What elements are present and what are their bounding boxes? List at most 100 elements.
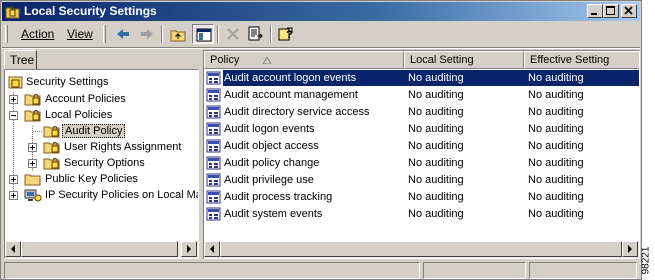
menu-view[interactable]: View — [67, 27, 93, 41]
lock-folder-icon — [43, 158, 60, 170]
app-icon — [5, 4, 20, 19]
column-header-local-setting[interactable]: Local Setting — [404, 51, 524, 69]
policy-name-cell: Audit policy change — [224, 157, 320, 169]
show-hide-tree-icon — [196, 28, 212, 42]
table-row[interactable]: Audit object access No auditing No auditin… — [204, 138, 639, 155]
expand-toggle[interactable] — [9, 175, 18, 184]
menu-toolbar: Action View ? — [2, 22, 640, 46]
back-button[interactable] — [112, 24, 134, 44]
lock-folder-icon — [24, 110, 41, 122]
column-header-policy[interactable]: Policy — [204, 51, 404, 69]
forward-button[interactable] — [136, 24, 158, 44]
effective-setting-cell: No auditing — [528, 157, 584, 169]
help-button[interactable]: ? — [275, 24, 297, 44]
table-row[interactable]: Audit account management No auditing No au… — [204, 87, 639, 104]
table-row[interactable]: Audit system events No auditing No auditin… — [204, 206, 639, 223]
table-row[interactable]: Audit directory service access No auditin… — [204, 104, 639, 121]
scroll-right-button[interactable] — [181, 241, 197, 257]
folder-icon — [24, 174, 41, 186]
status-bar — [2, 260, 640, 280]
tree-node-public-key-policies[interactable]: Public Key Policies — [5, 171, 195, 187]
policy-list-pane[interactable]: Policy Local Setting Effective Setting A… — [203, 50, 640, 259]
policy-name-cell: Audit object access — [224, 140, 319, 152]
tree-pane[interactable]: Security Settings Account Policies Local… — [4, 69, 199, 259]
toolbar-separator — [270, 25, 272, 43]
effective-setting-cell: No auditing — [528, 89, 584, 101]
minimize-button[interactable] — [587, 4, 603, 18]
effective-setting-cell: No auditing — [528, 106, 584, 118]
scroll-left-arrow-icon — [210, 245, 214, 253]
scroll-thumb[interactable] — [220, 241, 622, 257]
scroll-left-button[interactable] — [5, 241, 21, 257]
scroll-right-arrow-icon — [187, 245, 191, 253]
tree-node-security-options[interactable]: Security Options — [5, 155, 195, 171]
maximize-icon — [606, 6, 615, 15]
tree-horizontal-scrollbar[interactable] — [5, 241, 198, 258]
local-setting-cell: No auditing — [408, 208, 464, 220]
back-arrow-icon — [117, 29, 129, 39]
svg-text:?: ? — [286, 29, 293, 41]
effective-setting-cell: No auditing — [528, 140, 584, 152]
local-setting-cell: No auditing — [408, 89, 464, 101]
menu-grip — [5, 25, 8, 43]
effective-setting-cell: No auditing — [528, 191, 584, 203]
expand-toggle[interactable] — [9, 95, 18, 104]
tree-connector — [33, 131, 42, 132]
policy-name-cell: Audit logon events — [224, 123, 315, 135]
local-setting-cell: No auditing — [408, 106, 464, 118]
tree-node-user-rights-assignment[interactable]: User Rights Assignment — [5, 139, 195, 155]
table-row[interactable]: Audit logon events No auditing No auditing — [204, 121, 639, 138]
delete-icon — [227, 28, 239, 40]
lock-folder-icon — [43, 126, 60, 138]
sort-ascending-icon — [263, 57, 271, 64]
local-setting-cell: No auditing — [408, 140, 464, 152]
toolbar-separator — [217, 25, 219, 43]
help-icon: ? — [278, 27, 293, 41]
tab-tree[interactable]: Tree — [4, 50, 37, 69]
scroll-thumb[interactable] — [21, 241, 178, 257]
table-row[interactable]: Audit account logon events No auditing No … — [204, 70, 639, 87]
menu-divider — [2, 47, 640, 49]
tree-node-security-settings[interactable]: Security Settings — [5, 74, 195, 90]
maximize-button[interactable] — [603, 4, 619, 18]
expand-toggle[interactable] — [28, 159, 37, 168]
close-icon — [624, 6, 633, 15]
show-hide-tree-button[interactable] — [192, 24, 214, 44]
app-window: Local Security Settings Action View ? Tr… — [0, 0, 642, 280]
toolbar-separator — [161, 25, 163, 43]
effective-setting-cell: No auditing — [528, 208, 584, 220]
lock-folder-icon — [24, 94, 41, 106]
column-header-effective-setting[interactable]: Effective Setting — [524, 51, 639, 69]
title-bar[interactable]: Local Security Settings — [2, 2, 640, 21]
tree-node-audit-policy[interactable]: Audit Policy — [5, 123, 195, 139]
export-list-icon — [248, 26, 263, 41]
security-settings-icon — [8, 76, 23, 89]
expand-toggle[interactable] — [28, 143, 37, 152]
policy-name-cell: Audit system events — [224, 208, 323, 220]
toolbar-grip — [103, 25, 106, 43]
figure-id: 98221 — [640, 246, 652, 275]
close-button[interactable] — [621, 4, 637, 18]
policy-name-cell: Audit account logon events — [224, 72, 357, 84]
table-row[interactable]: Audit policy change No auditing No auditin… — [204, 155, 639, 172]
up-one-level-button[interactable] — [167, 24, 189, 44]
table-row[interactable]: Audit process tracking No auditing No audi… — [204, 189, 639, 206]
status-panel-secondary — [423, 262, 526, 279]
minimize-icon — [591, 13, 597, 15]
ip-security-icon — [24, 189, 42, 202]
delete-button[interactable] — [222, 24, 244, 44]
menu-action[interactable]: Action — [21, 27, 54, 41]
export-list-button[interactable] — [245, 24, 267, 44]
effective-setting-cell: No auditing — [528, 72, 584, 84]
scroll-right-button[interactable] — [622, 241, 638, 257]
tree-node-account-policies[interactable]: Account Policies — [5, 91, 195, 107]
list-horizontal-scrollbar[interactable] — [204, 241, 639, 258]
tree-node-local-policies[interactable]: Local Policies — [5, 107, 195, 123]
expand-toggle[interactable] — [9, 191, 18, 200]
lock-folder-icon — [43, 142, 60, 154]
table-row[interactable]: Audit privilege use No auditing No auditin… — [204, 172, 639, 189]
tree-node-ip-security-policies[interactable]: IP Security Policies on Local Mac — [5, 187, 198, 203]
collapse-toggle[interactable] — [9, 111, 18, 120]
policy-name-cell: Audit process tracking — [224, 191, 333, 203]
scroll-left-button[interactable] — [204, 241, 220, 257]
